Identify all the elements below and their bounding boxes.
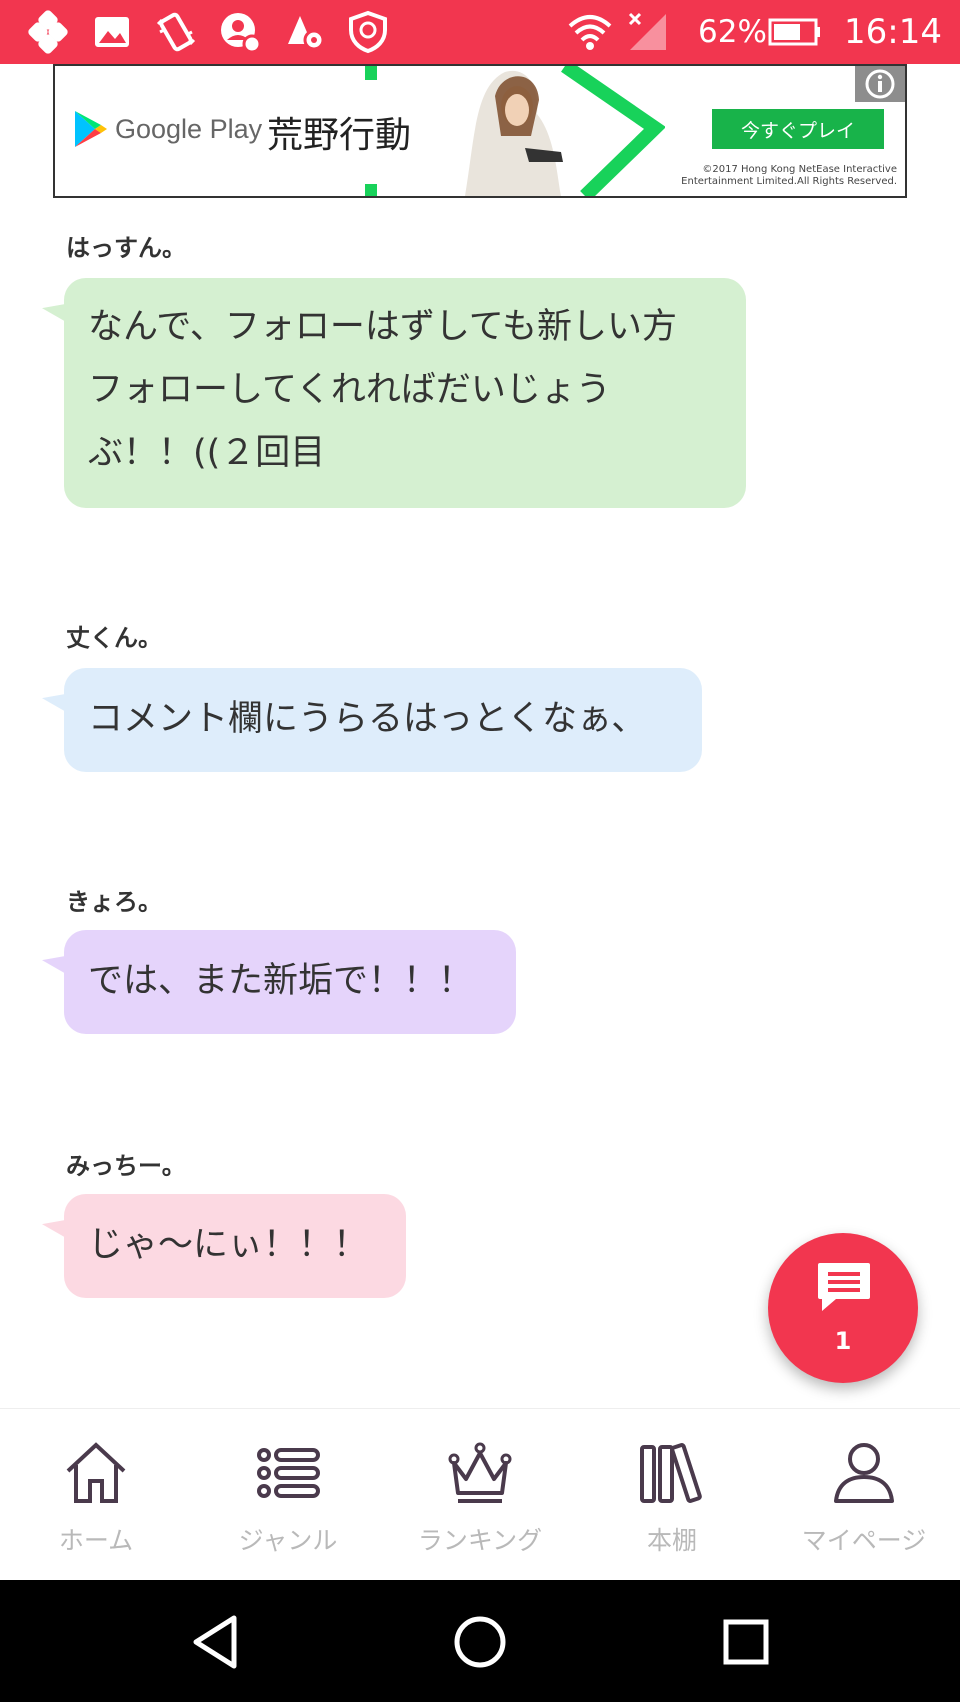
chat-bubble-icon xyxy=(818,1263,870,1311)
crown-icon xyxy=(448,1442,512,1503)
wifi-icon xyxy=(566,8,614,56)
gallery-icon xyxy=(88,8,136,56)
comment-author: はっすん。 xyxy=(66,234,186,262)
comment-bubble: コメント欄にうらるはっとくなぁ、 xyxy=(64,668,702,772)
ad-play-now-button[interactable]: 今すぐプレイ xyxy=(712,109,884,149)
ad-info-icon[interactable] xyxy=(855,66,905,102)
nav-item-bookshelf[interactable]: 本棚 xyxy=(576,1409,768,1581)
settings-app-icon xyxy=(280,8,328,56)
clock: 16:14 xyxy=(844,12,942,52)
nav-label: ジャンル xyxy=(238,1526,338,1555)
nav-label: ランキング xyxy=(417,1526,543,1555)
nav-item-mypage[interactable]: マイページ xyxy=(768,1409,960,1581)
list-icon xyxy=(257,1448,320,1498)
game-character-illustration xyxy=(365,66,665,196)
google-play-icon xyxy=(75,111,107,147)
battery-percent: 62% xyxy=(698,14,767,50)
home-icon xyxy=(66,1442,126,1503)
nav-item-ranking[interactable]: ランキング xyxy=(384,1409,576,1581)
recent-apps-icon[interactable] xyxy=(714,1610,778,1674)
bottom-navigation: ホーム ジャンル ランキング 本棚 マイページ xyxy=(0,1408,960,1580)
shield-icon xyxy=(344,8,392,56)
nav-item-genre[interactable]: ジャンル xyxy=(192,1409,384,1581)
battery-icon xyxy=(768,8,822,56)
account-icon xyxy=(216,8,264,56)
comments-fab-button[interactable]: 1 xyxy=(768,1233,918,1383)
home-circle-icon[interactable] xyxy=(448,1610,512,1674)
vibrate-icon xyxy=(152,8,200,56)
nav-label: ホーム xyxy=(58,1526,134,1555)
comment-bubble: じゃ〜にぃ！！！ xyxy=(64,1194,406,1298)
ad-store-label: Google Play xyxy=(115,114,263,144)
comment-author: 丈くん。 xyxy=(66,624,162,652)
nav-label: マイページ xyxy=(801,1526,927,1555)
bookshelf-icon xyxy=(640,1443,702,1503)
nav-label: 本棚 xyxy=(646,1526,697,1555)
comment-author: みっちー。 xyxy=(66,1152,186,1180)
system-navigation-bar xyxy=(0,1580,960,1702)
comment-author: きょろ。 xyxy=(66,888,162,916)
ad-banner[interactable]: Google Play 荒野行動 今すぐプレイ ©2017 Hong Kong … xyxy=(53,64,907,198)
nav-item-home[interactable]: ホーム xyxy=(0,1409,192,1581)
ad-copyright: ©2017 Hong Kong NetEase Interactive Ente… xyxy=(681,164,897,187)
dropbox-like-icon xyxy=(24,8,72,56)
comment-bubble: なんで、フォローはずしても新しい方 フォローしてくれればだいじょう ぶ！！((２… xyxy=(64,278,746,508)
person-icon xyxy=(834,1443,894,1503)
back-icon[interactable] xyxy=(184,1610,248,1674)
comment-bubble: では、また新垢で！！！ xyxy=(64,930,516,1034)
comment-count-badge: 1 xyxy=(834,1327,852,1355)
status-bar: 62% 16:14 xyxy=(0,0,960,64)
signal-icon xyxy=(624,8,672,56)
